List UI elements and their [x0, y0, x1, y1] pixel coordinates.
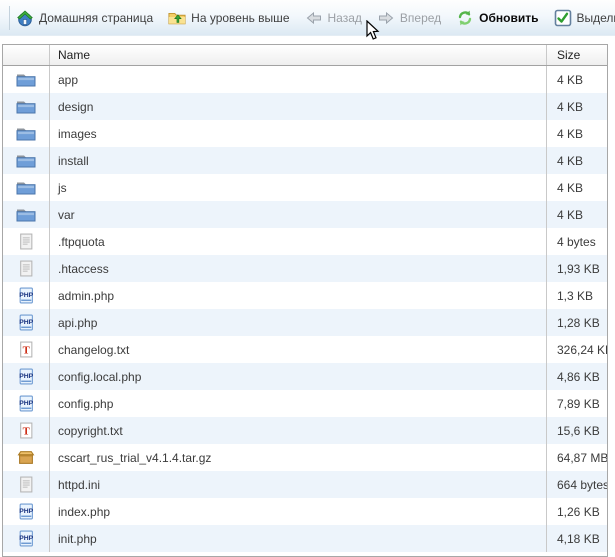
table-row[interactable]: init.php 4,18 KB — [3, 525, 607, 552]
php-icon — [16, 530, 36, 547]
table-row[interactable]: api.php 1,28 KB — [3, 309, 607, 336]
table-header: Name Size — [3, 45, 607, 66]
file-name: config.local.php — [50, 363, 546, 390]
table-row[interactable]: app 4 KB — [3, 66, 607, 93]
file-size: 4 KB — [546, 147, 607, 174]
file-name: config.php — [50, 390, 546, 417]
header-size[interactable]: Size — [546, 45, 607, 65]
file-name: init.php — [50, 525, 546, 552]
php-icon — [16, 395, 36, 412]
file-size: 4 KB — [546, 174, 607, 201]
table-row[interactable]: install 4 KB — [3, 147, 607, 174]
table-row[interactable]: var 4 KB — [3, 201, 607, 228]
folder-icon — [16, 98, 36, 115]
folder-icon — [16, 71, 36, 88]
table-row[interactable]: design 4 KB — [3, 93, 607, 120]
file-size: 4 KB — [546, 66, 607, 93]
archive-icon — [16, 449, 36, 466]
refresh-button[interactable]: Обновить — [456, 9, 538, 27]
table-row[interactable]: config.php 7,89 KB — [3, 390, 607, 417]
folder-icon — [16, 179, 36, 196]
arrow-left-icon — [305, 9, 323, 27]
file-size: 1,3 KB — [546, 282, 607, 309]
folder-icon — [16, 152, 36, 169]
table-row[interactable]: .htaccess 1,93 KB — [3, 255, 607, 282]
home-label: Домашняя страница — [39, 11, 153, 25]
file-name: install — [50, 147, 546, 174]
checkbox-checked-icon — [554, 9, 572, 27]
toolbar-divider — [9, 6, 10, 30]
toolbar: Домашняя страница На уровень выше Назад … — [0, 0, 615, 36]
file-size: 4 KB — [546, 201, 607, 228]
table-row[interactable]: images 4 KB — [3, 120, 607, 147]
doc-icon — [16, 476, 36, 493]
txt-icon — [16, 341, 36, 358]
back-button[interactable]: Назад — [305, 9, 362, 27]
header-icon-column — [3, 45, 50, 65]
file-size: 4,86 KB — [546, 363, 607, 390]
refresh-icon — [456, 9, 474, 27]
doc-icon — [16, 260, 36, 277]
file-size: 1,28 KB — [546, 309, 607, 336]
forward-button[interactable]: Вперед — [377, 9, 441, 27]
arrow-right-icon — [377, 9, 395, 27]
php-icon — [16, 287, 36, 304]
table-row[interactable]: changelog.txt 326,24 KB — [3, 336, 607, 363]
file-table: Name Size app 4 KB design 4 KB images 4 … — [2, 44, 608, 557]
txt-icon — [16, 422, 36, 439]
table-row[interactable]: httpd.ini 664 bytes — [3, 471, 607, 498]
table-row[interactable]: .ftpquota 4 bytes — [3, 228, 607, 255]
file-name: admin.php — [50, 282, 546, 309]
file-size: 64,87 MB — [546, 444, 607, 471]
refresh-label: Обновить — [479, 11, 538, 25]
file-size: 4 KB — [546, 120, 607, 147]
folder-up-icon — [168, 9, 186, 27]
folder-icon — [16, 206, 36, 223]
file-size: 4 bytes — [546, 228, 607, 255]
file-size: 664 bytes — [546, 471, 607, 498]
doc-icon — [16, 233, 36, 250]
home-icon — [16, 9, 34, 27]
file-name: index.php — [50, 498, 546, 525]
file-table-body: app 4 KB design 4 KB images 4 KB install… — [3, 66, 607, 552]
back-label: Назад — [328, 11, 362, 25]
up-level-button[interactable]: На уровень выше — [168, 9, 289, 27]
folder-icon — [16, 125, 36, 142]
file-name: copyright.txt — [50, 417, 546, 444]
file-name: var — [50, 201, 546, 228]
header-name[interactable]: Name — [50, 45, 546, 65]
file-size: 4,18 KB — [546, 525, 607, 552]
select-all-label: Выделить все — [577, 11, 615, 25]
table-row[interactable]: index.php 1,26 KB — [3, 498, 607, 525]
table-row[interactable]: config.local.php 4,86 KB — [3, 363, 607, 390]
file-size: 1,26 KB — [546, 498, 607, 525]
file-name: .htaccess — [50, 255, 546, 282]
up-level-label: На уровень выше — [191, 11, 289, 25]
table-row[interactable]: admin.php 1,3 KB — [3, 282, 607, 309]
php-icon — [16, 503, 36, 520]
file-name: images — [50, 120, 546, 147]
file-size: 326,24 KB — [546, 336, 607, 363]
file-name: changelog.txt — [50, 336, 546, 363]
file-size: 4 KB — [546, 93, 607, 120]
php-icon — [16, 368, 36, 385]
forward-label: Вперед — [400, 11, 441, 25]
file-name: app — [50, 66, 546, 93]
file-size: 7,89 KB — [546, 390, 607, 417]
file-name: design — [50, 93, 546, 120]
table-row[interactable]: copyright.txt 15,6 KB — [3, 417, 607, 444]
file-name: api.php — [50, 309, 546, 336]
home-button[interactable]: Домашняя страница — [16, 9, 153, 27]
file-name: js — [50, 174, 546, 201]
file-size: 15,6 KB — [546, 417, 607, 444]
file-name: httpd.ini — [50, 471, 546, 498]
select-all-button[interactable]: Выделить все — [554, 9, 615, 27]
php-icon — [16, 314, 36, 331]
table-row[interactable]: js 4 KB — [3, 174, 607, 201]
file-name: cscart_rus_trial_v4.1.4.tar.gz — [50, 444, 546, 471]
file-size: 1,93 KB — [546, 255, 607, 282]
file-name: .ftpquota — [50, 228, 546, 255]
table-row[interactable]: cscart_rus_trial_v4.1.4.tar.gz 64,87 MB — [3, 444, 607, 471]
